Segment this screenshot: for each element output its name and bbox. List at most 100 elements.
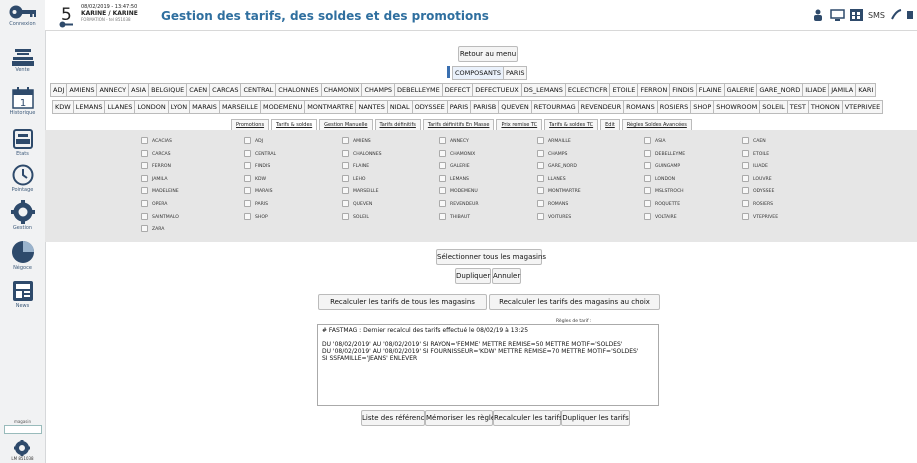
checkbox[interactable] — [742, 200, 749, 207]
store-checkbox-findis[interactable]: FINDIS — [244, 162, 270, 170]
checkbox[interactable] — [644, 174, 651, 182]
store-checkbox-adj[interactable]: ADJ — [244, 137, 263, 144]
store-button-nantes[interactable]: NANTES — [356, 100, 388, 114]
sidebar-item-connexion[interactable]: Connexion — [0, 4, 45, 27]
store-button-amiens[interactable]: AMIENS — [67, 83, 98, 97]
store-button-defectueux[interactable]: DEFECTUEUX — [473, 83, 522, 97]
store-button-kdw[interactable]: KDW — [52, 100, 74, 114]
checkbox[interactable] — [439, 149, 446, 157]
store-button-london[interactable]: LONDON — [135, 100, 169, 114]
checkbox[interactable] — [742, 174, 749, 182]
store-checkbox-soleil[interactable]: SOLEIL — [342, 212, 369, 220]
store-button-gare-nord[interactable]: GARE_NORD — [757, 83, 804, 97]
store-button-paris[interactable]: PARIS — [447, 100, 472, 114]
checkbox[interactable] — [644, 137, 651, 144]
store-button-galerie[interactable]: GALERIE — [724, 83, 758, 97]
checkbox[interactable] — [342, 200, 349, 207]
checkbox[interactable] — [141, 174, 148, 182]
reference-list-button[interactable]: Liste des références — [361, 410, 432, 426]
store-checkbox-asia[interactable]: ASIA — [644, 137, 666, 144]
monitor-icon[interactable] — [830, 9, 845, 21]
store-field[interactable] — [4, 425, 42, 434]
store-checkbox-queven[interactable]: QUEVEN — [342, 200, 372, 207]
store-checkbox-opera[interactable]: OPERA — [141, 200, 167, 207]
store-button-marseille[interactable]: MARSEILLE — [219, 100, 262, 114]
store-button-modemenu[interactable]: MODEMENU — [261, 100, 306, 114]
store-checkbox-romans[interactable]: ROMANS — [537, 200, 568, 207]
checkbox[interactable] — [342, 137, 349, 144]
checkbox[interactable] — [141, 162, 148, 170]
checkbox[interactable] — [244, 174, 251, 182]
store-button-lemans[interactable]: LEMANS — [73, 100, 106, 114]
sidebar-item-gestion[interactable]: Gestion — [0, 200, 45, 231]
store-checkbox-gare-nord[interactable]: GARE_NORD — [537, 162, 577, 170]
settings-gear-icon[interactable] — [12, 440, 32, 456]
store-checkbox-louvre[interactable]: LOUVRE — [742, 174, 772, 182]
store-button-thonon[interactable]: THONON — [808, 100, 843, 114]
store-button-llanes[interactable]: LLANES — [105, 100, 136, 114]
sidebar-item-vente[interactable]: Vente — [0, 49, 45, 73]
scope-tab-paris[interactable]: PARIS — [503, 66, 528, 80]
store-button-rosiers[interactable]: ROSIERS — [657, 100, 692, 114]
store-checkbox-amiens[interactable]: AMIENS — [342, 137, 371, 144]
store-checkbox-rosiers[interactable]: ROSIERS — [742, 200, 773, 207]
checkbox[interactable] — [537, 174, 544, 182]
store-checkbox-madeleine[interactable]: MADELEINE — [141, 187, 179, 195]
store-button-eclecticfr[interactable]: ECLECTICFR — [565, 83, 611, 97]
sidebar-item-etats[interactable]: Etats — [0, 128, 45, 157]
checkbox[interactable] — [742, 137, 749, 144]
store-button-ds-lemans[interactable]: DS_LEMANS — [521, 83, 566, 97]
checkbox[interactable] — [439, 174, 446, 182]
store-button-asia[interactable]: ASIA — [129, 83, 150, 97]
checkbox[interactable] — [244, 149, 251, 157]
recalc-all-stores-button[interactable]: Recalculer les tarifs de tous les magasi… — [318, 294, 487, 310]
store-button-soleil[interactable]: SOLEIL — [760, 100, 788, 114]
store-checkbox-carcas[interactable]: CARCAS — [141, 149, 171, 157]
store-checkbox-galerie[interactable]: GALERIE — [439, 162, 470, 170]
store-checkbox-ferron[interactable]: FERRON — [141, 162, 171, 170]
checkbox[interactable] — [141, 200, 148, 207]
checkbox[interactable] — [342, 162, 349, 170]
checkbox[interactable] — [537, 137, 544, 144]
checkbox[interactable] — [141, 137, 148, 144]
group-icon[interactable] — [811, 9, 825, 21]
store-button-annecy[interactable]: ANNECY — [97, 83, 130, 97]
rules-textarea[interactable]: # FASTMAG : Dernier recalcul des tarifs … — [317, 324, 659, 406]
store-checkbox-montmartre[interactable]: MONTMARTRE — [537, 187, 581, 195]
back-to-menu-button[interactable]: Retour au menu — [458, 46, 518, 62]
store-button-romans[interactable]: ROMANS — [624, 100, 658, 114]
store-checkbox-guingamp[interactable]: GUINGAMP — [644, 162, 680, 170]
checkbox[interactable] — [644, 200, 651, 207]
store-checkbox-roquette[interactable]: ROQUETTE — [644, 200, 680, 207]
checkbox[interactable] — [342, 149, 349, 157]
store-checkbox-mslstroch[interactable]: MSLSTROCH — [644, 187, 684, 195]
store-checkbox-llanes[interactable]: LLANES — [537, 174, 566, 182]
sidebar-item-historique[interactable]: 1 Historique — [0, 87, 45, 116]
store-button-marais[interactable]: MARAIS — [190, 100, 220, 114]
store-checkbox-leho[interactable]: LEHO — [342, 174, 366, 182]
store-button-debelleyme[interactable]: DEBELLEYME — [395, 83, 443, 97]
checkbox[interactable] — [439, 187, 446, 195]
store-button-chamonix[interactable]: CHAMONIX — [321, 83, 363, 97]
checkbox[interactable] — [244, 187, 251, 195]
store-button-jamila[interactable]: JAMILA — [829, 83, 857, 97]
checkbox[interactable] — [537, 162, 544, 170]
store-button-nidal[interactable]: NIDAL — [387, 100, 413, 114]
sms-button[interactable]: SMS — [868, 11, 885, 20]
store-checkbox-london[interactable]: LONDON — [644, 174, 675, 182]
checkbox[interactable] — [244, 137, 251, 144]
checkbox[interactable] — [644, 162, 651, 170]
checkbox[interactable] — [537, 187, 544, 195]
store-checkbox-caen[interactable]: CAEN — [742, 137, 766, 144]
store-button-ferron[interactable]: FERRON — [638, 83, 671, 97]
checkbox[interactable] — [244, 200, 251, 207]
store-button-showroom[interactable]: SHOWROOM — [714, 100, 761, 114]
checkbox[interactable] — [439, 200, 446, 207]
store-button-etoile[interactable]: ETOILE — [610, 83, 639, 97]
store-button-caen[interactable]: CAEN — [187, 83, 211, 97]
duplicate-button[interactable]: Dupliquer — [455, 268, 491, 284]
checkbox[interactable] — [244, 162, 251, 170]
store-button-flaine[interactable]: FLAINE — [696, 83, 725, 97]
store-checkbox-vteprivee[interactable]: VTEPRIVEE — [742, 212, 778, 220]
store-checkbox-paris[interactable]: PARIS — [244, 200, 268, 207]
